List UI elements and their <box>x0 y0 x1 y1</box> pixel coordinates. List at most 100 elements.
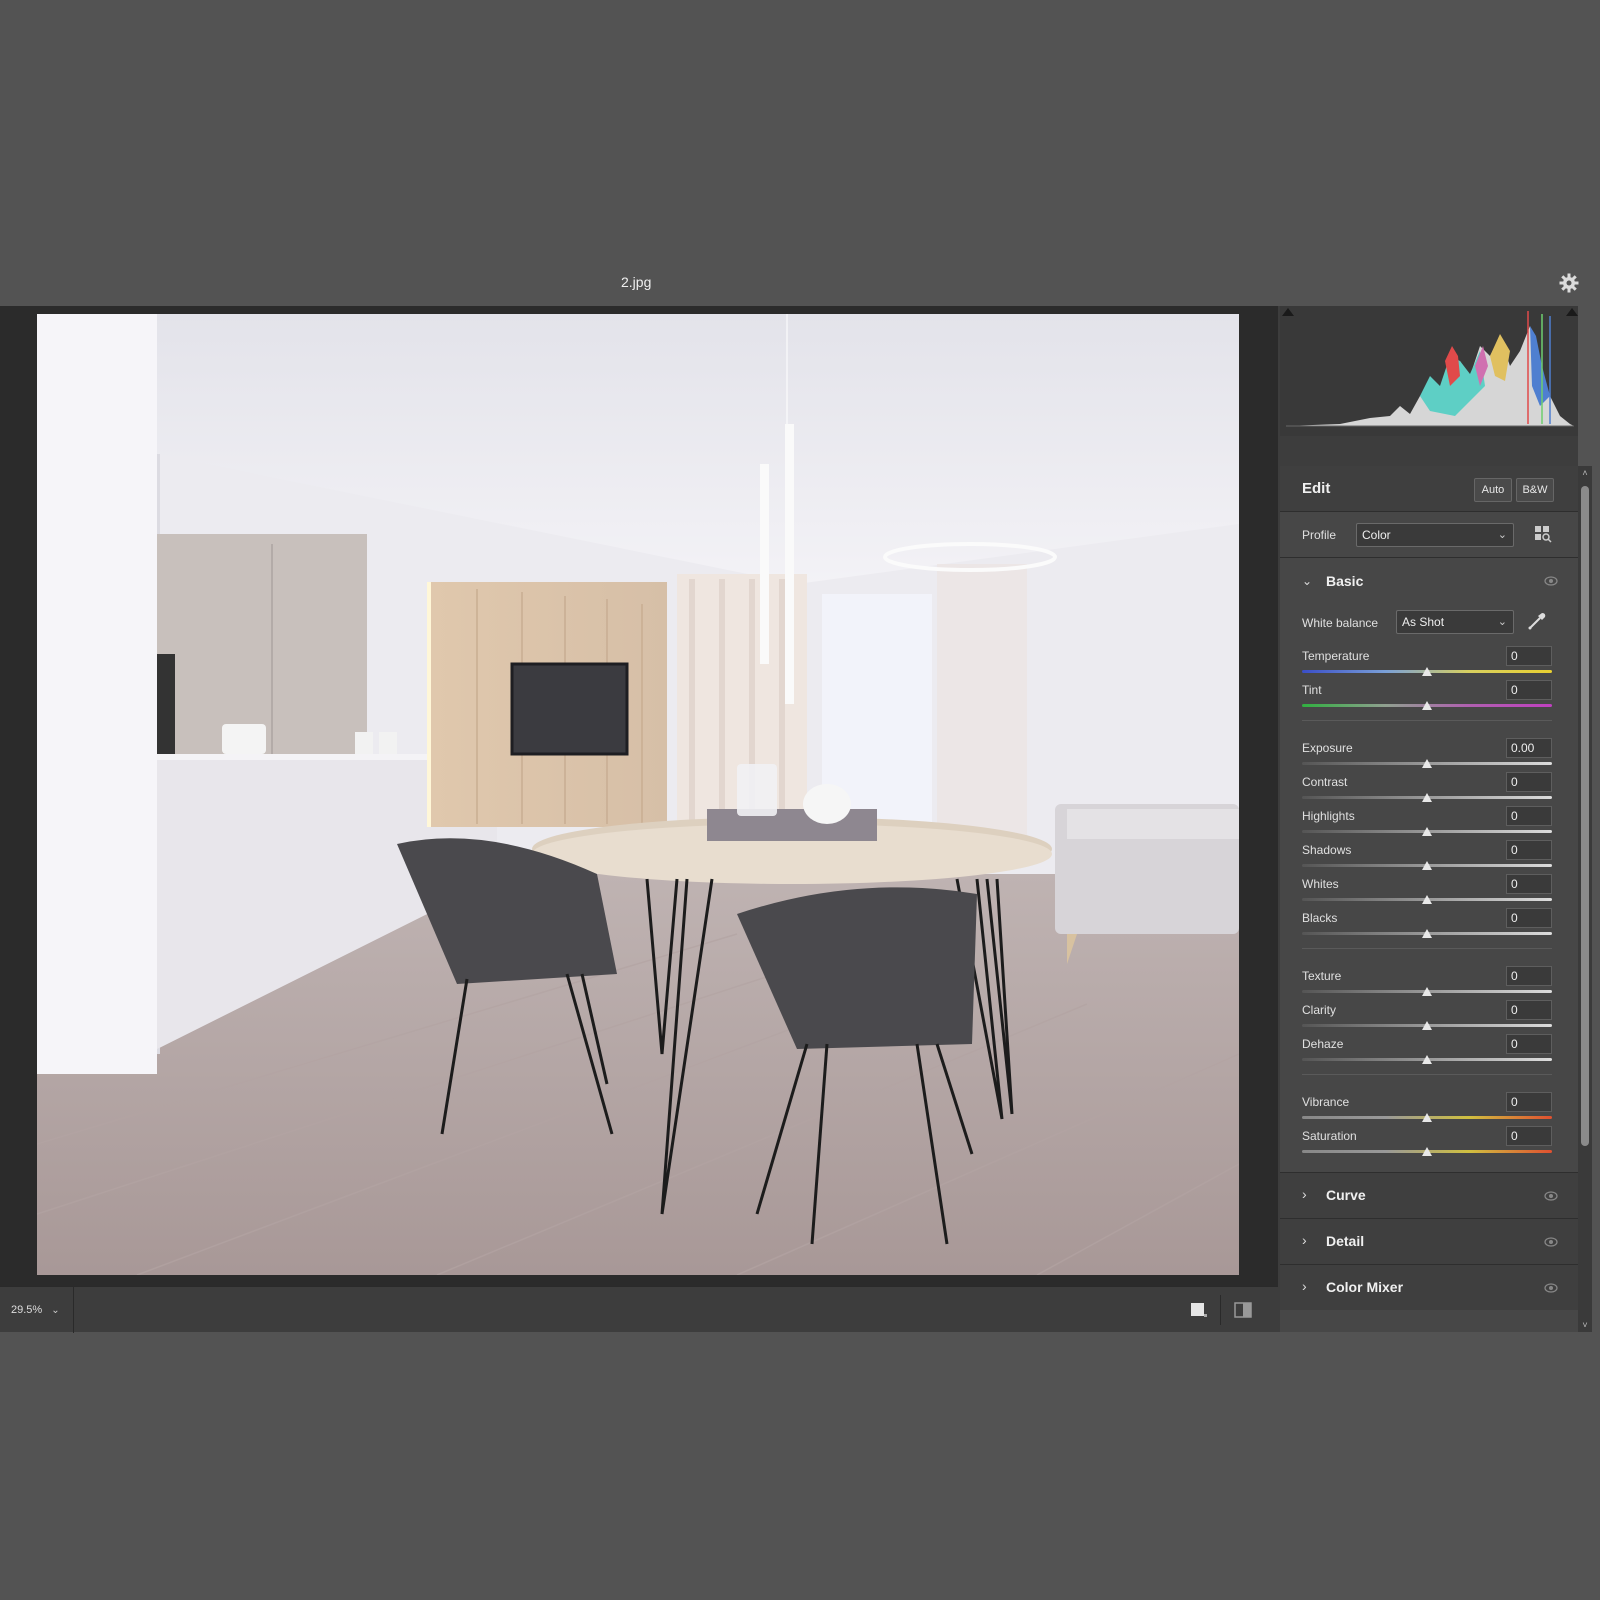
dehaze-slider[interactable]: Dehaze 0 <box>1302 1034 1552 1068</box>
dehaze-value[interactable]: 0 <box>1506 1034 1552 1054</box>
texture-thumb[interactable] <box>1422 987 1432 996</box>
vibrance-slider[interactable]: Vibrance 0 <box>1302 1092 1552 1126</box>
exposure-slider[interactable]: Exposure 0.00 <box>1302 738 1552 772</box>
divider <box>1302 720 1552 721</box>
white-balance-picker[interactable] <box>1526 610 1550 634</box>
whites-value[interactable]: 0 <box>1506 874 1552 894</box>
clarity-slider[interactable]: Clarity 0 <box>1302 1000 1552 1034</box>
chevron-down-icon[interactable]: ⌄ <box>1302 574 1312 588</box>
dehaze-label: Dehaze <box>1302 1037 1344 1051</box>
exposure-thumb[interactable] <box>1422 759 1432 768</box>
blacks-slider[interactable]: Blacks 0 <box>1302 908 1552 942</box>
auto-button[interactable]: Auto <box>1474 478 1512 502</box>
histogram <box>1280 306 1578 436</box>
blacks-label: Blacks <box>1302 911 1338 925</box>
photo-preview <box>37 314 1239 1275</box>
eye-icon[interactable] <box>1544 576 1558 586</box>
chevron-right-icon[interactable]: › <box>1302 1186 1307 1202</box>
exposure-label: Exposure <box>1302 741 1353 755</box>
tint-thumb[interactable] <box>1422 701 1432 710</box>
texture-label: Texture <box>1302 969 1342 983</box>
tint-value[interactable]: 0 <box>1506 680 1552 700</box>
exposure-value[interactable]: 0.00 <box>1506 738 1552 758</box>
whites-thumb[interactable] <box>1422 895 1432 904</box>
contrast-thumb[interactable] <box>1422 793 1432 802</box>
single-view-button[interactable] <box>1188 1300 1210 1320</box>
settings-button[interactable] <box>1556 270 1582 296</box>
scroll-up-icon[interactable]: ˄ <box>1578 466 1592 480</box>
shadows-thumb[interactable] <box>1422 861 1432 870</box>
shadows-label: Shadows <box>1302 843 1352 857</box>
clarity-value[interactable]: 0 <box>1506 1000 1552 1020</box>
temperature-thumb[interactable] <box>1422 667 1432 676</box>
tint-slider[interactable]: Tint 0 <box>1302 680 1552 714</box>
zoom-dropdown[interactable]: 29.5% ⌄ <box>0 1287 74 1333</box>
shadows-value[interactable]: 0 <box>1506 840 1552 860</box>
eyedropper-icon <box>1528 613 1546 630</box>
bw-button[interactable]: B&W <box>1516 478 1554 502</box>
texture-slider[interactable]: Texture 0 <box>1302 966 1552 1000</box>
vibrance-value[interactable]: 0 <box>1506 1092 1552 1112</box>
blacks-thumb[interactable] <box>1422 929 1432 938</box>
vibrance-thumb[interactable] <box>1422 1113 1432 1122</box>
curve-section-header[interactable]: › Curve <box>1280 1172 1578 1218</box>
image-canvas[interactable] <box>0 306 1278 1286</box>
color-mixer-title: Color Mixer <box>1326 1279 1404 1295</box>
chevron-down-icon: ⌄ <box>51 1304 60 1316</box>
contrast-slider[interactable]: Contrast 0 <box>1302 772 1552 806</box>
detail-title: Detail <box>1326 1233 1365 1249</box>
eye-icon[interactable] <box>1544 1191 1558 1201</box>
panel-scrollbar[interactable]: ˄ ˅ <box>1578 466 1592 1332</box>
texture-value[interactable]: 0 <box>1506 966 1552 986</box>
saturation-thumb[interactable] <box>1422 1147 1432 1156</box>
temperature-slider[interactable]: Temperature 0 <box>1302 646 1552 680</box>
detail-section-header[interactable]: › Detail <box>1280 1218 1578 1264</box>
grid-icon <box>1535 526 1552 543</box>
adjustments-panel: Edit Auto B&W Profile Color ⌄ ⌄ Basic Wh… <box>1280 466 1578 1332</box>
whites-label: Whites <box>1302 877 1339 891</box>
basic-section-header[interactable]: ⌄ Basic <box>1280 558 1578 604</box>
single-view-icon <box>1191 1303 1207 1317</box>
scroll-down-icon[interactable]: ˅ <box>1578 1318 1592 1332</box>
profile-value: Color <box>1362 528 1391 542</box>
whites-slider[interactable]: Whites 0 <box>1302 874 1552 908</box>
toolbar-divider <box>1220 1295 1221 1325</box>
saturation-label: Saturation <box>1302 1129 1357 1143</box>
chevron-right-icon[interactable]: › <box>1302 1232 1307 1248</box>
divider <box>1302 1074 1552 1075</box>
highlights-value[interactable]: 0 <box>1506 806 1552 826</box>
highlights-thumb[interactable] <box>1422 827 1432 836</box>
bottom-toolbar: 29.5% ⌄ <box>0 1286 1278 1333</box>
vibrance-label: Vibrance <box>1302 1095 1350 1109</box>
shadows-slider[interactable]: Shadows 0 <box>1302 840 1552 874</box>
contrast-value[interactable]: 0 <box>1506 772 1552 792</box>
dehaze-thumb[interactable] <box>1422 1055 1432 1064</box>
tint-label: Tint <box>1302 683 1322 697</box>
title-bar: 2.jpg <box>0 260 1600 306</box>
scroll-thumb[interactable] <box>1581 486 1589 1146</box>
blacks-value[interactable]: 0 <box>1506 908 1552 928</box>
saturation-value[interactable]: 0 <box>1506 1126 1552 1146</box>
compare-view-button[interactable] <box>1232 1300 1254 1320</box>
eye-icon[interactable] <box>1544 1237 1558 1247</box>
eye-icon[interactable] <box>1544 1283 1558 1293</box>
clarity-thumb[interactable] <box>1422 1021 1432 1030</box>
color-mixer-section-header[interactable]: › Color Mixer <box>1280 1264 1578 1310</box>
profile-browser-button[interactable] <box>1534 525 1554 545</box>
temperature-value[interactable]: 0 <box>1506 646 1552 666</box>
curve-title: Curve <box>1326 1187 1366 1203</box>
profile-row: Profile Color ⌄ <box>1280 512 1578 558</box>
white-balance-dropdown[interactable]: As Shot ⌄ <box>1396 610 1514 634</box>
highlight-clip-warning-icon[interactable] <box>1566 308 1578 316</box>
highlights-slider[interactable]: Highlights 0 <box>1302 806 1552 840</box>
chevron-down-icon: ⌄ <box>1497 529 1507 541</box>
white-balance-value: As Shot <box>1402 615 1445 629</box>
chevron-right-icon[interactable]: › <box>1302 1278 1307 1294</box>
temperature-label: Temperature <box>1302 649 1370 663</box>
profile-dropdown[interactable]: Color ⌄ <box>1356 523 1514 547</box>
saturation-slider[interactable]: Saturation 0 <box>1302 1126 1552 1160</box>
shadow-clip-warning-icon[interactable] <box>1282 308 1294 316</box>
zoom-level: 29.5% <box>11 1304 43 1316</box>
gear-icon <box>1559 273 1579 293</box>
file-title: 2.jpg <box>621 274 652 290</box>
